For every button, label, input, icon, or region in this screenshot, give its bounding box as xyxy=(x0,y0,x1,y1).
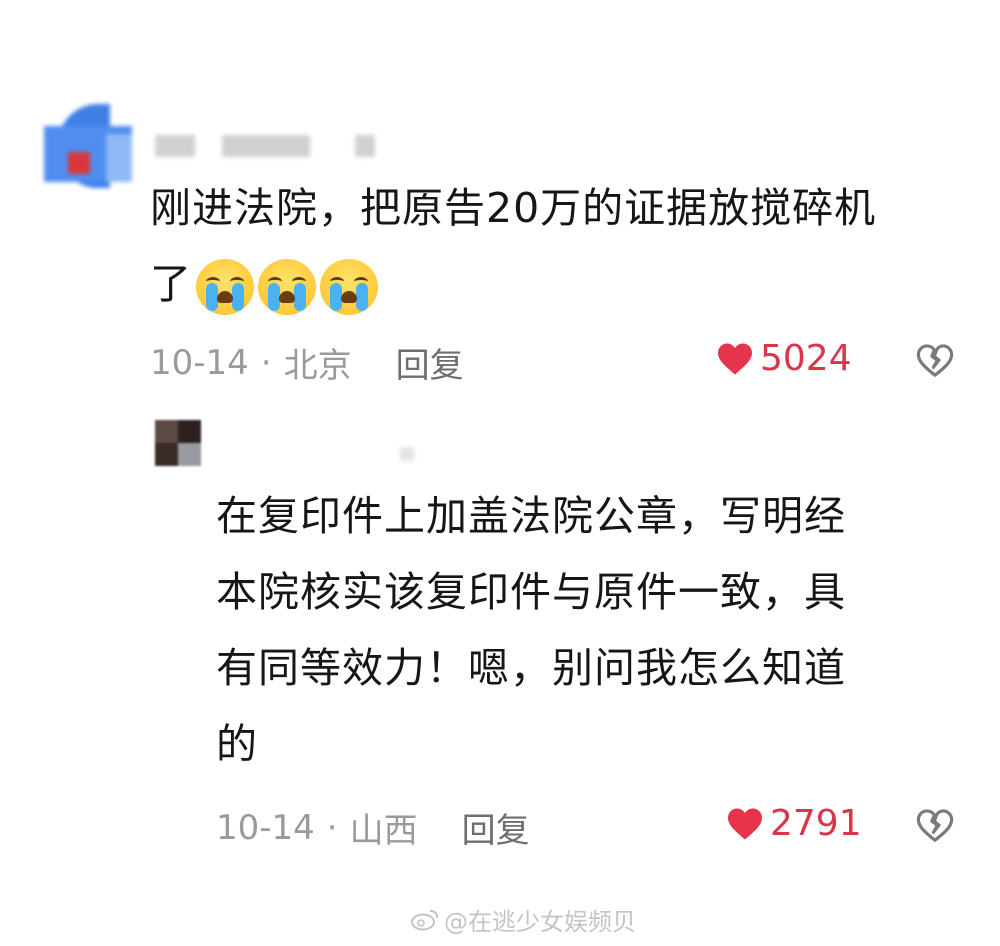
weibo-logo-icon xyxy=(411,909,439,930)
separator: · xyxy=(326,807,338,848)
heart-icon xyxy=(718,343,752,374)
crying-face-emoji-icon xyxy=(196,259,254,315)
reply-button[interactable]: 回复 xyxy=(396,338,464,387)
like-button[interactable]: 5024 xyxy=(716,338,852,379)
watermark-text: @在逃少女娱频贝 xyxy=(444,908,636,936)
comment-location: 北京 xyxy=(283,346,352,386)
like-count: 2791 xyxy=(770,803,862,844)
dislike-broken-heart-icon[interactable] xyxy=(916,808,954,844)
comment-text: 在复印件上加盖法院公章，写明经 本院核实该复印件与原件一致，具 有同等效力！嗯，… xyxy=(216,492,846,768)
dislike-broken-heart-icon[interactable] xyxy=(916,343,954,379)
comment-location: 山西 xyxy=(349,811,418,851)
comment-date: 10-14 xyxy=(216,807,315,848)
avatar[interactable] xyxy=(44,104,132,188)
comment-date: 10-14 xyxy=(150,342,249,383)
comment-meta: 10-14 · 山西 回复 xyxy=(216,803,530,852)
watermark: @在逃少女娱频贝 xyxy=(410,902,636,937)
avatar[interactable] xyxy=(155,420,201,466)
comment-meta: 10-14 · 北京 回复 xyxy=(150,338,464,387)
crying-face-emoji-icon xyxy=(320,259,378,315)
like-count: 5024 xyxy=(760,338,852,379)
comment-text: 刚进法院，把原告20万的证据放搅碎机 了 xyxy=(150,170,980,322)
heart-icon xyxy=(728,808,762,839)
like-button[interactable]: 2791 xyxy=(726,803,862,844)
reply-button[interactable]: 回复 xyxy=(462,803,530,852)
separator: · xyxy=(260,342,272,383)
crying-face-emoji-icon xyxy=(258,259,316,315)
emoji-group xyxy=(196,259,378,315)
